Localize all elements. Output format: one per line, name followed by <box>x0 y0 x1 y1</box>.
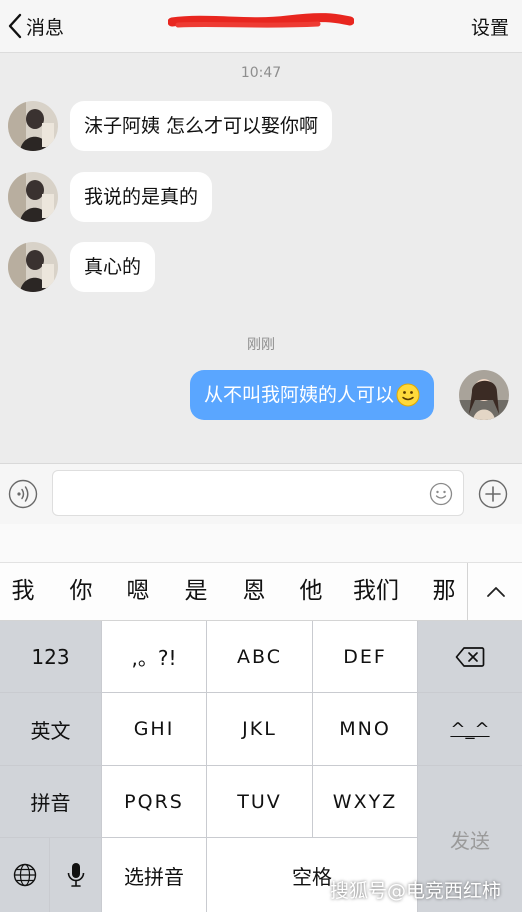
key-abc[interactable]: ABC <box>207 621 312 692</box>
emoji-icon[interactable] <box>429 482 453 506</box>
candidate-bar: 我 你 嗯 是 恩 他 我们 那 <box>0 563 522 621</box>
key-mno[interactable]: MNO <box>313 693 417 765</box>
microphone-icon <box>67 863 84 887</box>
keyboard: 123 ,。?! ABC DEF 英文 GHI JKL MNO ^_^ 拼音 P… <box>0 621 522 912</box>
candidate[interactable]: 你 <box>66 563 96 620</box>
back-button[interactable]: 消息 <box>8 11 64 41</box>
candidate[interactable]: 我们 <box>348 563 404 620</box>
key-punctuation[interactable]: ,。?! <box>102 621 206 692</box>
mic-key[interactable] <box>50 838 101 912</box>
candidate[interactable]: 那 <box>429 563 459 620</box>
chat-area[interactable]: 10:47 沫子阿姨 怎么才可以娶你啊 我说的是真的 真心的 刚刚 从不叫我阿姨… <box>0 53 522 463</box>
key-tuv[interactable]: TUV <box>207 766 312 837</box>
candidate[interactable]: 是 <box>181 563 211 620</box>
emoticon-key-label: ^_^ <box>450 718 490 740</box>
watermark: 搜狐号@电竞西红柿 <box>330 880 502 902</box>
globe-icon <box>13 863 36 887</box>
message-bubble-incoming[interactable]: 我说的是真的 <box>70 172 213 222</box>
key-ghi[interactable]: GHI <box>102 693 206 765</box>
select-pinyin-key[interactable]: 选拼音 <box>102 838 206 912</box>
message-bubble-outgoing[interactable]: 从不叫我阿姨的人可以 <box>190 370 435 420</box>
settings-button[interactable]: 设置 <box>471 13 509 40</box>
candidate[interactable]: 恩 <box>239 563 269 620</box>
timestamp: 刚刚 <box>247 337 275 353</box>
candidate[interactable]: 嗯 <box>123 563 153 620</box>
key-jkl[interactable]: JKL <box>207 693 312 765</box>
back-label: 消息 <box>26 16 65 39</box>
key-english[interactable]: 英文 <box>0 693 101 765</box>
message-bubble-incoming[interactable]: 真心的 <box>70 242 156 292</box>
key-pinyin[interactable]: 拼音 <box>0 766 101 837</box>
message-text: 从不叫我阿姨的人可以 <box>204 384 395 406</box>
plus-icon[interactable] <box>478 479 508 509</box>
chevron-up-icon <box>486 586 505 597</box>
redacted-title <box>168 13 354 28</box>
collapse-candidates-button[interactable] <box>467 563 522 620</box>
timestamp: 10:47 <box>240 65 282 81</box>
my-avatar[interactable] <box>459 370 509 420</box>
ime-toolbar <box>0 524 522 563</box>
chevron-left-icon <box>8 13 22 39</box>
contact-avatar[interactable] <box>8 242 58 292</box>
nav-bar: 消息 设置 <box>0 0 522 53</box>
input-bar <box>0 463 522 525</box>
key-def[interactable]: DEF <box>313 621 417 692</box>
contact-avatar[interactable] <box>8 101 58 151</box>
backspace-key[interactable] <box>418 621 522 692</box>
key-123[interactable]: 123 <box>0 621 101 692</box>
message-bubble-incoming[interactable]: 沫子阿姨 怎么才可以娶你啊 <box>70 101 333 151</box>
message-input[interactable] <box>52 470 464 516</box>
smile-emoji-icon <box>396 383 420 407</box>
send-label: 发送 <box>450 828 490 853</box>
emoticon-key[interactable]: ^_^ <box>418 693 522 765</box>
key-wxyz[interactable]: WXYZ <box>313 766 417 837</box>
backspace-icon <box>455 646 485 667</box>
candidate[interactable]: 我 <box>8 563 38 620</box>
key-pqrs[interactable]: PQRS <box>102 766 206 837</box>
candidate[interactable]: 他 <box>296 563 326 620</box>
globe-key[interactable] <box>0 838 49 912</box>
voice-icon[interactable] <box>8 479 38 509</box>
contact-avatar[interactable] <box>8 172 58 222</box>
